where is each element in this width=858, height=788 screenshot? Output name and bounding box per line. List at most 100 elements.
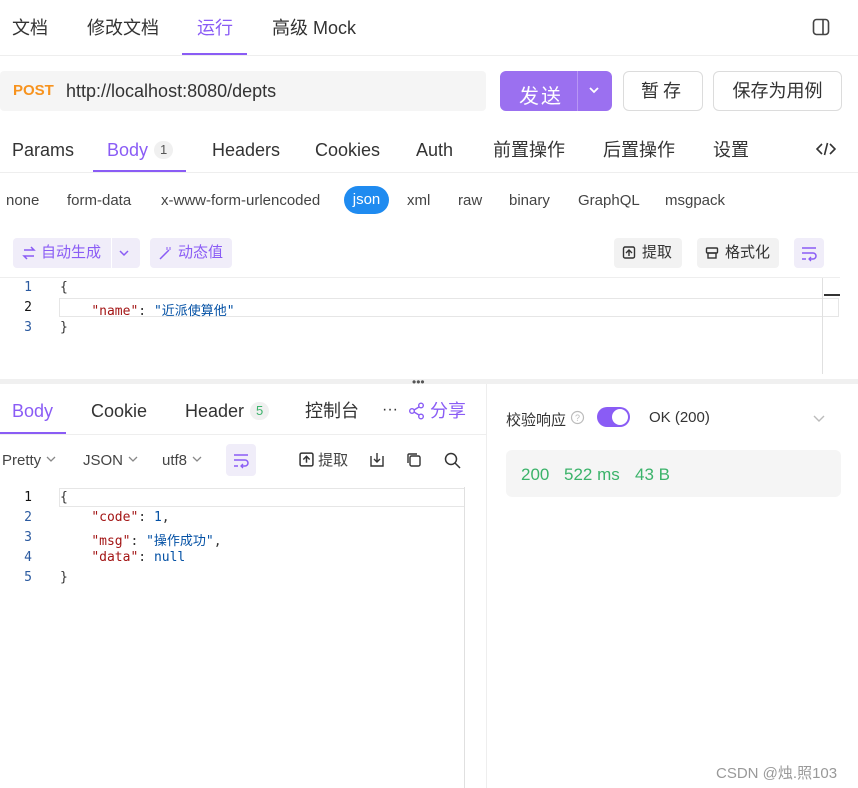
response-body-viewer[interactable]: 1 { 2 "code": 1, 3 "msg": "操作成功", 4 "dat… [0, 487, 486, 788]
tab-body-label: Body [107, 140, 149, 160]
response-tab-cookie[interactable]: Cookie [91, 400, 147, 422]
view-mode-value: Pretty [2, 452, 42, 469]
url-bar[interactable]: POST http://localhost:8080/depts [0, 71, 486, 111]
watermark: CSDN @烛.照103 [716, 765, 838, 782]
body-type-graphql[interactable]: GraphQL [578, 192, 640, 210]
format-value: JSON [83, 452, 124, 469]
send-button[interactable]: 发送 [500, 71, 612, 111]
dynamic-value-button[interactable]: 动态值 [150, 238, 232, 268]
auto-generate-button[interactable]: 自动生成 [13, 238, 140, 268]
current-line-highlight [59, 488, 465, 507]
word-wrap-toggle[interactable] [794, 238, 824, 268]
tab-cookies[interactable]: Cookies [315, 139, 380, 161]
tab-pre-operations[interactable]: 前置操作 [493, 139, 565, 161]
response-tab-header[interactable]: Header 5 [185, 400, 270, 422]
extract-button[interactable]: 提取 [614, 238, 682, 268]
format-label: 格式化 [725, 244, 771, 261]
share-button[interactable]: 分享 [408, 400, 466, 422]
tab-body[interactable]: Body 1 [107, 139, 174, 161]
divider [486, 384, 487, 788]
response-tab-header-label: Header [185, 401, 245, 421]
json-comma: , [161, 510, 170, 525]
body-type-form-data[interactable]: form-data [67, 192, 131, 210]
auto-generate-label: 自动生成 [41, 244, 102, 261]
chevron-down-icon[interactable] [588, 80, 600, 103]
response-status-text: OK (200) [649, 409, 710, 426]
response-tab-body[interactable]: Body [12, 400, 53, 422]
code-line: "msg": "操作成功", [60, 530, 221, 549]
save-button[interactable]: 暂存 [623, 71, 703, 111]
json-value: null [153, 550, 186, 565]
code-line: } [60, 570, 68, 585]
response-tab-console[interactable]: 控制台 [305, 400, 359, 422]
send-button-label: 发送 [519, 86, 563, 108]
tab-auth[interactable]: Auth [416, 139, 453, 161]
body-type-binary[interactable]: binary [509, 192, 550, 210]
magic-wand-icon [158, 238, 172, 279]
copy-icon[interactable] [406, 452, 422, 473]
url-input[interactable]: http://localhost:8080/depts [66, 81, 276, 102]
extract-icon [622, 238, 636, 279]
extract-button[interactable]: 提取 [299, 452, 348, 470]
tab-post-operations[interactable]: 后置操作 [603, 139, 675, 161]
json-separator: : [130, 534, 147, 549]
tab-params[interactable]: Params [12, 139, 74, 161]
body-type-xml[interactable]: xml [407, 192, 430, 210]
download-icon[interactable] [369, 452, 385, 473]
panel-toggle-icon[interactable] [812, 18, 830, 36]
body-type-msgpack[interactable]: msgpack [665, 192, 725, 210]
response-size: 43 B [635, 465, 670, 484]
more-icon[interactable]: ··· [382, 401, 398, 419]
encoding-select[interactable]: utf8 [162, 452, 203, 470]
format-button[interactable]: 格式化 [697, 238, 779, 268]
encoding-value: utf8 [162, 452, 188, 469]
request-body-editor[interactable]: 1 { 2 "name": "近派使算他" 3 } [0, 278, 840, 374]
dynamic-value-label: 动态值 [178, 244, 224, 261]
code-icon[interactable] [815, 141, 837, 162]
json-value: 1 [153, 510, 162, 525]
tab-run[interactable]: 运行 [197, 16, 233, 40]
divider [0, 55, 858, 56]
extract-label: 提取 [642, 244, 673, 261]
chevron-down-icon[interactable] [812, 411, 826, 430]
tab-edit-doc[interactable]: 修改文档 [87, 16, 159, 40]
help-icon[interactable]: ? [570, 410, 585, 430]
tab-advanced-mock[interactable]: 高级 Mock [272, 16, 356, 40]
word-wrap-toggle[interactable] [226, 444, 256, 476]
count-badge: 1 [154, 141, 174, 159]
scrollbar-track[interactable] [822, 278, 823, 374]
tab-settings[interactable]: 设置 [713, 139, 749, 161]
line-number: 3 [24, 320, 32, 335]
json-key: "data" [91, 550, 139, 565]
body-type-urlencoded[interactable]: x-www-form-urlencoded [161, 192, 320, 210]
extract-label: 提取 [318, 452, 349, 469]
divider [0, 434, 486, 435]
validate-toggle[interactable] [597, 407, 630, 427]
save-as-example-button[interactable]: 保存为用例 [713, 71, 842, 111]
divider [0, 172, 858, 173]
chevron-down-icon[interactable] [118, 238, 130, 279]
pane-splitter[interactable] [0, 379, 858, 384]
json-key: "code" [91, 510, 139, 525]
chevron-down-icon [127, 452, 139, 469]
line-number: 1 [24, 280, 32, 295]
method-selector[interactable]: POST [13, 82, 54, 99]
view-mode-select[interactable]: Pretty [2, 452, 57, 470]
body-type-raw[interactable]: raw [458, 192, 482, 210]
tab-doc[interactable]: 文档 [12, 16, 48, 40]
body-type-json[interactable]: json [344, 186, 389, 214]
tab-headers[interactable]: Headers [212, 139, 280, 161]
json-key: "msg" [91, 534, 131, 549]
body-type-none[interactable]: none [6, 192, 39, 210]
scrollbar-track[interactable] [464, 487, 465, 788]
line-number: 2 [24, 510, 32, 525]
divider [111, 238, 112, 268]
code-line: "code": 1, [60, 510, 170, 525]
brush-icon [705, 238, 719, 279]
toggle-knob [612, 409, 628, 425]
json-separator: : [138, 510, 154, 525]
format-select[interactable]: JSON [83, 452, 139, 470]
drag-handle-icon[interactable]: ••• [412, 375, 425, 389]
search-icon[interactable] [444, 452, 461, 474]
wrap-icon [801, 238, 817, 279]
